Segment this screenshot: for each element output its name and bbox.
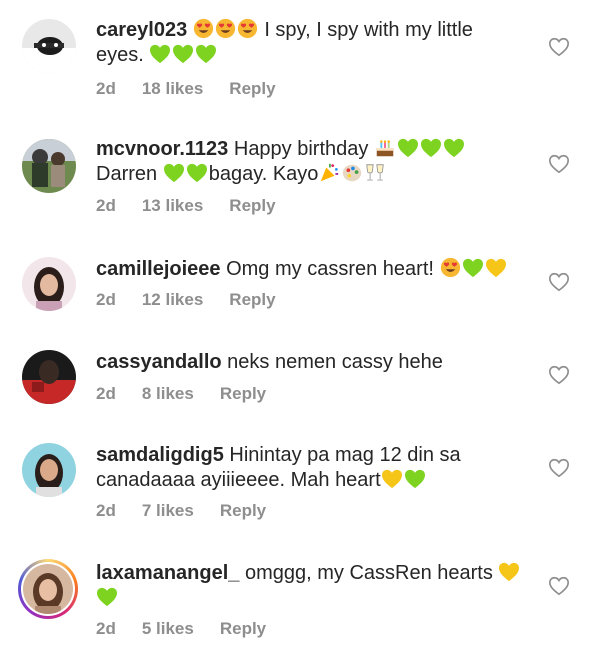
- comment-body: Happy birthday: [228, 138, 374, 160]
- comment-body: Hinintay pa mag 12 din sa: [223, 444, 461, 466]
- username[interactable]: samdaligdig5: [96, 444, 224, 466]
- comment-meta: 2d 5 likes Reply: [96, 619, 292, 639]
- comment-meta: 2d 12 likes Reply: [96, 290, 302, 310]
- comment-meta: 2d 8 likes Reply: [96, 384, 292, 404]
- comment-text: mcvnoor.1123 Happy birthday Darren bagay…: [96, 137, 536, 187]
- heart-eyes-emoji: [215, 18, 236, 39]
- likes-count[interactable]: 12 likes: [142, 290, 203, 309]
- green-heart-emoji: [404, 469, 426, 489]
- heart-outline-icon[interactable]: [548, 575, 570, 597]
- comment-body: canadaaaa ayiiieeee. Mah heart: [96, 469, 381, 491]
- green-heart-emoji: [163, 163, 185, 183]
- comment-text: laxamanangel_ omggg, my CassRen hearts: [96, 561, 536, 611]
- green-heart-emoji: [186, 163, 208, 183]
- cake-emoji: [376, 140, 394, 157]
- green-heart-emoji: [397, 138, 419, 158]
- username[interactable]: cassyandallo: [96, 351, 222, 373]
- username[interactable]: camillejoieee: [96, 258, 221, 280]
- comment-text: careyl023 I spy, I spy with my little ey…: [96, 18, 536, 68]
- green-heart-emoji: [462, 258, 484, 278]
- clinking-glasses-emoji: [366, 164, 385, 181]
- avatar[interactable]: [22, 19, 76, 73]
- avatar[interactable]: [23, 564, 73, 614]
- palette-emoji: [343, 164, 362, 182]
- timestamp: 2d: [96, 196, 116, 215]
- green-heart-emoji: [195, 44, 217, 64]
- avatar[interactable]: [22, 139, 76, 193]
- comment-body: Darren: [96, 163, 163, 185]
- username[interactable]: laxamanangel_: [96, 562, 239, 584]
- comment-text: camillejoieee Omg my cassren heart!: [96, 257, 536, 282]
- heart-outline-icon[interactable]: [548, 36, 570, 58]
- likes-count[interactable]: 18 likes: [142, 79, 203, 98]
- heart-outline-icon[interactable]: [548, 271, 570, 293]
- likes-count[interactable]: 8 likes: [142, 384, 194, 403]
- comment-meta: 2d 18 likes Reply: [96, 79, 302, 99]
- timestamp: 2d: [96, 79, 116, 98]
- green-heart-emoji: [443, 138, 465, 158]
- likes-count[interactable]: 7 likes: [142, 501, 194, 520]
- avatar[interactable]: [22, 350, 76, 404]
- avatar[interactable]: [22, 443, 76, 497]
- avatar[interactable]: [22, 257, 76, 311]
- story-ring[interactable]: [18, 559, 78, 619]
- heart-outline-icon[interactable]: [548, 364, 570, 386]
- reply-button[interactable]: Reply: [220, 501, 266, 520]
- reply-button[interactable]: Reply: [229, 290, 275, 309]
- green-heart-emoji: [172, 44, 194, 64]
- yellow-heart-emoji: [485, 258, 507, 278]
- timestamp: 2d: [96, 384, 116, 403]
- timestamp: 2d: [96, 619, 116, 638]
- comment-text: cassyandallo neks nemen cassy hehe: [96, 350, 536, 375]
- username[interactable]: careyl023: [96, 19, 187, 41]
- heart-eyes-emoji: [440, 257, 461, 278]
- heart-outline-icon[interactable]: [548, 457, 570, 479]
- green-heart-emoji: [420, 138, 442, 158]
- comment-body: neks nemen cassy hehe: [221, 351, 443, 373]
- comment-text: samdaligdig5 Hinintay pa mag 12 din sa c…: [96, 443, 536, 493]
- timestamp: 2d: [96, 290, 116, 309]
- heart-eyes-emoji: [193, 18, 214, 39]
- reply-button[interactable]: Reply: [229, 196, 275, 215]
- reply-button[interactable]: Reply: [220, 619, 266, 638]
- comment-body: bagay. Kayo: [208, 163, 319, 185]
- heart-outline-icon[interactable]: [548, 153, 570, 175]
- likes-count[interactable]: 5 likes: [142, 619, 194, 638]
- green-heart-emoji: [149, 44, 171, 64]
- comment-body: I spy, I spy with my little: [258, 19, 473, 41]
- yellow-heart-emoji: [498, 562, 520, 582]
- username[interactable]: mcvnoor.1123: [96, 138, 228, 160]
- reply-button[interactable]: Reply: [220, 384, 266, 403]
- likes-count[interactable]: 13 likes: [142, 196, 203, 215]
- comment-body: Omg my cassren heart!: [220, 258, 440, 280]
- comment-body: eyes.: [96, 44, 150, 66]
- yellow-heart-emoji: [381, 469, 403, 489]
- reply-button[interactable]: Reply: [229, 79, 275, 98]
- party-popper-emoji: [321, 163, 339, 182]
- comment-body: omggg, my CassRen hearts: [239, 562, 499, 584]
- comment-meta: 2d 7 likes Reply: [96, 501, 292, 521]
- timestamp: 2d: [96, 501, 116, 520]
- comment-meta: 2d 13 likes Reply: [96, 196, 302, 216]
- heart-eyes-emoji: [237, 18, 258, 39]
- green-heart-emoji: [96, 587, 118, 607]
